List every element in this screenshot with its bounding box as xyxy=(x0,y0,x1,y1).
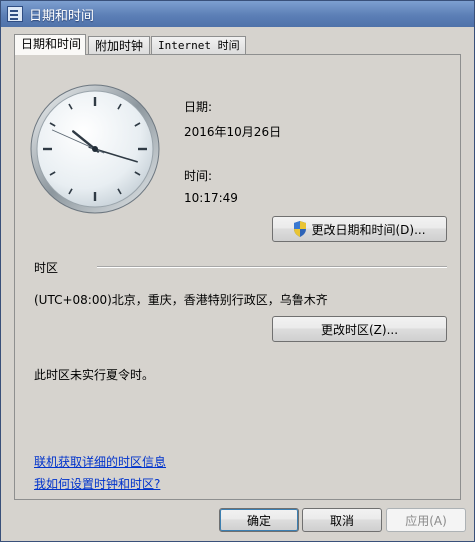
how-to-set-clock-link[interactable]: 我如何设置时钟和时区? xyxy=(34,475,160,492)
change-datetime-button[interactable]: 更改日期和时间(D)... xyxy=(272,216,447,242)
analog-clock-icon xyxy=(30,84,160,214)
uac-shield-icon xyxy=(294,221,307,237)
change-datetime-label: 更改日期和时间(D)... xyxy=(311,222,426,237)
cancel-button[interactable]: 取消 xyxy=(302,508,382,532)
tab-additional-clocks[interactable]: 附加时钟 xyxy=(88,36,150,54)
time-value: 10:17:49 xyxy=(184,191,238,205)
date-time-dialog: 日期和时间 日期和时间 附加时钟 Internet 时间 日期: 2016年10… xyxy=(0,0,475,542)
window-title: 日期和时间 xyxy=(29,8,95,24)
date-value: 2016年10月26日 xyxy=(184,125,282,139)
change-timezone-button[interactable]: 更改时区(Z)... xyxy=(272,316,447,342)
tab-internet-time[interactable]: Internet 时间 xyxy=(151,36,246,54)
timezone-heading: 时区 xyxy=(34,261,59,275)
dst-note: 此时区未实行夏令时。 xyxy=(34,368,155,382)
time-label: 时间: xyxy=(184,169,213,183)
title-bar[interactable]: 日期和时间 xyxy=(1,1,474,27)
date-label: 日期: xyxy=(184,100,213,114)
apply-button[interactable]: 应用(A) xyxy=(386,508,466,532)
ok-button[interactable]: 确定 xyxy=(219,508,299,532)
date-time-app-icon xyxy=(7,6,23,22)
tab-panel-date-time: 日期: 2016年10月26日 时间: 10:17:49 更改日期和时间(D).… xyxy=(14,54,461,500)
timezone-separator xyxy=(97,266,447,268)
timezone-value: (UTC+08:00)北京，重庆，香港特别行政区，乌鲁木齐 xyxy=(34,293,328,307)
timezone-info-link[interactable]: 联机获取详细的时区信息 xyxy=(34,453,166,470)
tab-date-time[interactable]: 日期和时间 xyxy=(14,34,86,55)
